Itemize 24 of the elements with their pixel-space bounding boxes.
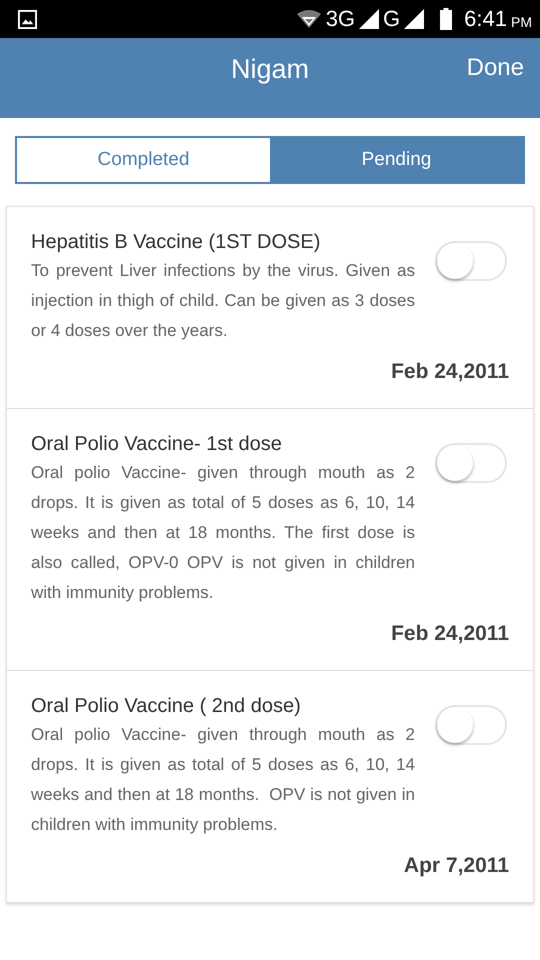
vaccine-date: Feb 24,2011 (390, 360, 509, 384)
screen-title: Nigam (230, 54, 310, 85)
vaccine-description: Oral polio Vaccine- given through mouth as 2 drops. It is given as total of 5 doses as 6, 10, 14 weeks and then at 18 months. The first dose is also called, OPV-0 OPV is not given in children with immunity problems. (31, 462, 415, 604)
vaccine-date: Apr 7,2011 (402, 854, 509, 878)
toggle-switch[interactable] (435, 705, 507, 745)
signal-icon (359, 9, 380, 29)
vaccine-name: Oral Polio Vaccine- 1st dose (31, 433, 283, 456)
vaccine-date: Feb 24,2011 (390, 622, 509, 646)
vaccine-name: Hepatitis B Vaccine (1ST DOSE) (31, 231, 322, 254)
done-button[interactable]: Done (464, 52, 526, 84)
segment-tab[interactable]: Pending (270, 138, 523, 182)
vaccine-description: To prevent Liver infections by the virus. Given as injection in thigh of child. Can be given as 3 doses or 4 doses over the years. (31, 260, 415, 342)
clock: 6:41 (464, 6, 507, 32)
image-icon (18, 10, 37, 28)
vaccine-description: Oral polio Vaccine- given through mouth as 2 drops. It is given as total of 5 doses as 6, 10, 14 weeks and then at 18 months. OPV is not given in children with immunity problems. (31, 724, 415, 836)
network-label: G (383, 6, 400, 32)
signal-icon (404, 9, 424, 29)
toggle-switch[interactable] (435, 443, 507, 483)
network-label: 3G (326, 6, 356, 32)
clock-meridiem: PM (511, 14, 532, 30)
vaccine-name: Oral Polio Vaccine ( 2nd dose) (31, 695, 302, 718)
battery-icon (440, 8, 452, 30)
wifi-icon (296, 9, 322, 29)
toggle-switch[interactable] (435, 241, 507, 281)
